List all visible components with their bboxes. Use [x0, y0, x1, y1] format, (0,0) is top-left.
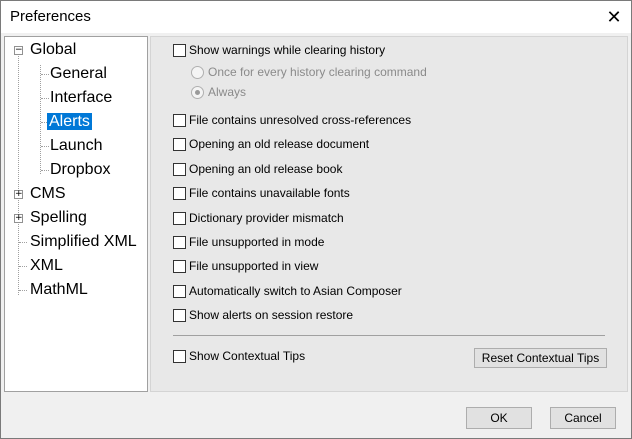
tree-item-global[interactable]: Global	[30, 40, 76, 60]
tree-line	[19, 290, 27, 291]
show-contextual-tips-checkbox[interactable]: Show Contextual Tips	[173, 349, 305, 363]
show-warnings-checkbox[interactable]: Show warnings while clearing history	[173, 43, 385, 57]
option-checkbox[interactable]: Opening an old release book	[173, 162, 342, 176]
option-checkbox[interactable]: File contains unavailable fonts	[173, 186, 350, 200]
reset-contextual-tips-button[interactable]: Reset Contextual Tips	[474, 348, 607, 368]
divider	[173, 335, 605, 336]
tree-line	[19, 266, 27, 267]
tree-item-simplified-xml[interactable]: Simplified XML	[30, 232, 137, 252]
option-checkbox[interactable]: Opening an old release document	[173, 137, 369, 151]
tree-line	[18, 56, 19, 295]
tree-item-interface[interactable]: Interface	[50, 88, 112, 108]
option-checkbox[interactable]: File unsupported in view	[173, 259, 318, 273]
option-checkbox[interactable]: File unsupported in mode	[173, 235, 324, 249]
ok-button[interactable]: OK	[466, 407, 532, 429]
option-checkbox[interactable]: Automatically switch to Asian Composer	[173, 284, 402, 298]
option-checkbox[interactable]: Show alerts on session restore	[173, 308, 353, 322]
tree-item-mathml[interactable]: MathML	[30, 280, 88, 300]
preferences-dialog: Preferences ✕ − Global General Interface…	[0, 0, 632, 439]
plus-icon[interactable]: +	[14, 190, 23, 199]
tree-item-general[interactable]: General	[50, 64, 107, 84]
option-checkbox[interactable]: Dictionary provider mismatch	[173, 211, 344, 225]
tree-item-launch[interactable]: Launch	[50, 136, 103, 156]
tree-item-cms[interactable]: CMS	[30, 184, 66, 204]
alerts-panel: Show warnings while clearing history Onc…	[150, 36, 628, 392]
category-tree: − Global General Interface Alerts Launch…	[4, 36, 148, 392]
tree-item-dropbox[interactable]: Dropbox	[50, 160, 110, 180]
tree-line	[41, 146, 49, 147]
tree-line	[41, 74, 49, 75]
radio-always[interactable]: Always	[191, 85, 246, 99]
option-checkbox[interactable]: File contains unresolved cross-reference…	[173, 113, 411, 127]
tree-item-xml[interactable]: XML	[30, 256, 63, 276]
tree-line	[40, 65, 41, 174]
title-bar: Preferences ✕	[1, 1, 631, 33]
window-title: Preferences	[10, 8, 91, 25]
tree-line	[19, 242, 27, 243]
cancel-button[interactable]: Cancel	[550, 407, 616, 429]
tree-item-alerts[interactable]: Alerts	[47, 112, 92, 132]
minus-icon[interactable]: −	[14, 46, 23, 55]
tree-line	[41, 98, 49, 99]
tree-item-spelling[interactable]: Spelling	[30, 208, 87, 228]
tree-line	[41, 170, 49, 171]
plus-icon[interactable]: +	[14, 214, 23, 223]
radio-once[interactable]: Once for every history clearing command	[191, 65, 427, 79]
close-icon[interactable]: ✕	[601, 4, 627, 30]
